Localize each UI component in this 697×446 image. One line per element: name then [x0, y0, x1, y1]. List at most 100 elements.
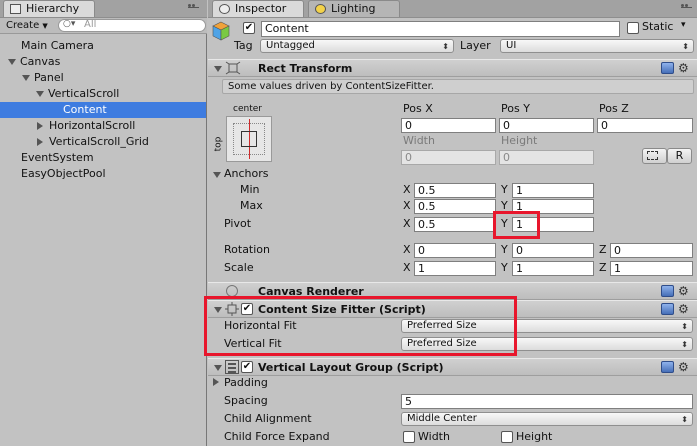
- static-label: Static: [642, 20, 674, 33]
- static-checkbox[interactable]: [627, 22, 639, 34]
- pos-z-field[interactable]: 0: [597, 118, 693, 133]
- scale-x-field[interactable]: 1: [414, 261, 496, 276]
- spacing-field[interactable]: 5: [401, 394, 693, 409]
- create-dropdown[interactable]: Create ▼: [6, 19, 48, 33]
- anchor-min-label: Min: [240, 183, 260, 196]
- list-item[interactable]: EasyObjectPool: [0, 166, 206, 182]
- child-alignment-dropdown[interactable]: Middle Center ⬍: [401, 412, 693, 426]
- component-title: Rect Transform: [258, 62, 353, 75]
- hierarchy-tabstrip: Hierarchy: [0, 0, 207, 18]
- rotation-y-field[interactable]: 0: [512, 243, 594, 258]
- expand-arrow-icon[interactable]: [22, 75, 30, 81]
- force-expand-height-checkbox[interactable]: [501, 431, 513, 443]
- list-item[interactable]: VerticalScroll: [0, 86, 206, 102]
- pos-x-label: Pos X: [403, 102, 433, 115]
- raw-edit-button[interactable]: R: [667, 148, 692, 164]
- list-item[interactable]: Canvas: [0, 54, 206, 70]
- hierarchy-icon: [10, 4, 21, 14]
- gear-icon[interactable]: ⚙: [678, 303, 689, 315]
- object-name-field[interactable]: Content: [261, 21, 620, 37]
- help-book-icon[interactable]: [661, 62, 674, 74]
- anchor-min-x-field[interactable]: 0.5: [414, 183, 496, 198]
- foldout-arrow-icon[interactable]: [214, 66, 222, 72]
- foldout-arrow-icon[interactable]: [214, 365, 222, 371]
- collapse-arrow-icon[interactable]: [37, 122, 43, 130]
- list-item-selected[interactable]: Content: [0, 102, 206, 118]
- hierarchy-panel: Hierarchy Create ▼ ○▾ All Main Camera Ca…: [0, 0, 207, 446]
- scale-z-field[interactable]: 1: [610, 261, 693, 276]
- blueprint-mode-button[interactable]: [642, 148, 667, 164]
- dashed-rect-icon: [647, 151, 658, 160]
- anchor-rect: [241, 131, 257, 147]
- gear-icon[interactable]: ⚙: [678, 62, 689, 74]
- driven-values-notice: Some values driven by ContentSizeFitter.: [222, 79, 694, 94]
- rotation-x-field[interactable]: 0: [414, 243, 496, 258]
- x-label: X: [403, 183, 411, 196]
- list-item[interactable]: EventSystem: [0, 150, 206, 166]
- inspector-tabstrip: Inspector Lighting: [208, 0, 697, 18]
- list-item[interactable]: HorizontalScroll: [0, 118, 206, 134]
- info-icon: [219, 4, 230, 14]
- expand-arrow-icon[interactable]: [8, 59, 16, 65]
- pos-z-label: Pos Z: [599, 102, 629, 115]
- hierarchy-toolbar: Create ▼ ○▾ All: [0, 18, 207, 34]
- force-expand-height-label: Height: [516, 430, 553, 443]
- list-item[interactable]: Main Camera: [0, 38, 206, 54]
- y-label: Y: [501, 261, 508, 274]
- tab-lighting[interactable]: Lighting: [308, 0, 400, 17]
- tab-inspector[interactable]: Inspector: [212, 0, 304, 17]
- collapse-arrow-icon[interactable]: [213, 378, 219, 386]
- chevron-down-icon: ▼: [42, 22, 48, 30]
- y-label: Y: [501, 243, 508, 256]
- panel-menu-icon[interactable]: [681, 4, 695, 14]
- height-label: Height: [501, 134, 538, 147]
- tab-hierarchy[interactable]: Hierarchy: [3, 0, 95, 17]
- active-checkbox[interactable]: ✔: [243, 22, 255, 34]
- anchor-preset-label: center: [233, 104, 262, 114]
- rect-transform-header[interactable]: Rect Transform ⚙: [208, 59, 697, 77]
- anchor-side-label: top: [213, 136, 224, 152]
- gameobject-cube-icon: [212, 21, 230, 41]
- scale-y-field[interactable]: 1: [512, 261, 594, 276]
- anchors-label: Anchors: [224, 167, 269, 180]
- rotation-z-field[interactable]: 0: [610, 243, 693, 258]
- scale-label: Scale: [224, 261, 254, 274]
- layer-dropdown[interactable]: UI ⬍: [500, 39, 694, 53]
- help-book-icon[interactable]: [661, 285, 674, 297]
- pos-y-label: Pos Y: [501, 102, 530, 115]
- pivot-y-highlight: [493, 211, 540, 239]
- panel-menu-icon[interactable]: [188, 4, 202, 14]
- anchor-max-label: Max: [240, 199, 263, 212]
- component-enabled-checkbox[interactable]: ✔: [241, 361, 253, 373]
- list-item[interactable]: VerticalScroll_Grid: [0, 134, 206, 150]
- help-book-icon[interactable]: [661, 361, 674, 373]
- vertical-layout-group-header[interactable]: ✔ Vertical Layout Group (Script) ⚙: [208, 358, 697, 376]
- gear-icon[interactable]: ⚙: [678, 285, 689, 297]
- expand-arrow-icon[interactable]: [36, 91, 44, 97]
- child-alignment-label: Child Alignment: [224, 412, 312, 425]
- layout-group-icon: [225, 360, 239, 374]
- list-item[interactable]: Panel: [0, 70, 206, 86]
- pos-x-field[interactable]: 0: [401, 118, 496, 133]
- collapse-arrow-icon[interactable]: [37, 138, 43, 146]
- anchor-max-x-field[interactable]: 0.5: [414, 199, 496, 214]
- updown-arrow-icon: ⬍: [442, 42, 449, 51]
- anchor-preset-button[interactable]: [226, 116, 272, 162]
- z-label: Z: [599, 243, 607, 256]
- foldout-arrow-icon[interactable]: [213, 172, 221, 178]
- component-title: Vertical Layout Group (Script): [258, 361, 444, 374]
- gear-icon[interactable]: ⚙: [678, 361, 689, 373]
- help-book-icon[interactable]: [661, 303, 674, 315]
- child-force-expand-label: Child Force Expand: [224, 430, 330, 443]
- tag-dropdown[interactable]: Untagged ⬍: [260, 39, 454, 53]
- anchor-min-y-field[interactable]: 1: [512, 183, 594, 198]
- content-size-fitter-highlight: [204, 296, 517, 356]
- search-input[interactable]: ○▾ All: [58, 19, 206, 32]
- pos-y-field[interactable]: 0: [499, 118, 594, 133]
- height-field: 0: [499, 150, 594, 165]
- force-expand-width-checkbox[interactable]: [403, 431, 415, 443]
- updown-arrow-icon: ⬍: [681, 340, 688, 349]
- chevron-down-icon[interactable]: ▾: [681, 20, 686, 30]
- updown-arrow-icon: ⬍: [681, 322, 688, 331]
- pivot-x-field[interactable]: 0.5: [414, 217, 496, 232]
